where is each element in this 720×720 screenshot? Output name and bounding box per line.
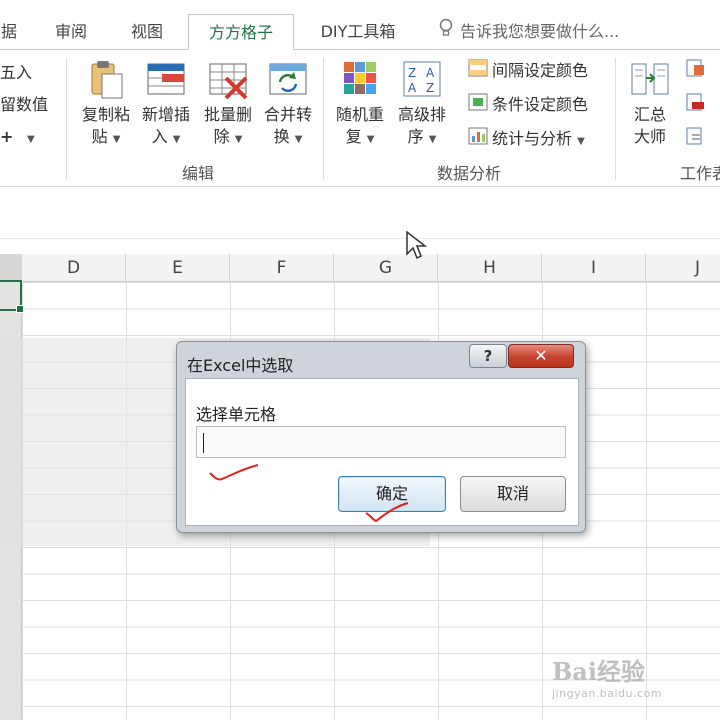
- stats-analysis-button[interactable]: 统计与分析 ▼: [468, 126, 585, 152]
- select-cell-dialog: 在Excel中选取 ? ✕ 选择单元格 确定 取消: [176, 341, 586, 533]
- dialog-title: 在Excel中选取: [187, 356, 294, 375]
- condition-color-button[interactable]: 条件设定颜色: [468, 92, 588, 118]
- edit-group-label: 编辑: [181, 164, 214, 183]
- sheet-tool-3-button[interactable]: [686, 126, 710, 152]
- cancel-button[interactable]: 取消: [460, 476, 566, 512]
- ribbon-tab-bar: 据 审阅 视图 方方格子 DIY工具箱 告诉我您想要做什么...: [0, 0, 720, 50]
- merge-convert-label-2: 换: [273, 127, 290, 146]
- interval-color-icon: [468, 59, 488, 85]
- keep-value-label: 留数值: [0, 95, 49, 114]
- add-insert-label-1: 新增插: [141, 105, 190, 124]
- tell-me-text: 告诉我您想要做什么...: [460, 22, 620, 41]
- sheet-icon: [686, 127, 706, 153]
- random-repeat-label-1: 随机重: [335, 105, 384, 124]
- dialog-body: 选择单元格 确定 取消: [185, 378, 579, 526]
- stats-analysis-label: 统计与分析: [492, 129, 573, 148]
- more-label: +: [0, 127, 14, 146]
- column-header[interactable]: E: [126, 254, 230, 282]
- add-insert-label-2: 入: [151, 127, 168, 146]
- sheet-tool-2-button[interactable]: [686, 92, 710, 118]
- group-separator: [323, 58, 324, 180]
- group-separator: [66, 58, 67, 180]
- close-icon: ✕: [534, 346, 548, 365]
- tab-view[interactable]: 视图: [120, 14, 174, 50]
- copy-paste-button[interactable]: 复制粘 贴 ▼: [76, 58, 136, 151]
- cancel-label: 取消: [496, 484, 529, 503]
- data-analysis-group-label: 数据分析: [436, 164, 501, 183]
- delete-table-icon: [206, 58, 250, 102]
- summary-icon: [628, 58, 672, 102]
- sheet-icon: [686, 59, 706, 85]
- svg-text:Z: Z: [408, 66, 416, 80]
- column-header[interactable]: J: [646, 254, 720, 282]
- summary-master-label-1: 汇总: [633, 105, 666, 124]
- formula-divider: [0, 238, 720, 239]
- column-header[interactable]: H: [438, 254, 542, 282]
- tab-data[interactable]: 据: [0, 14, 22, 50]
- stats-icon: [468, 127, 488, 153]
- advanced-sort-label-2: 序: [407, 127, 424, 146]
- merge-convert-label-1: 合并转: [263, 105, 312, 124]
- batch-delete-label-2: 除: [213, 127, 230, 146]
- random-repeat-label-2: 复: [345, 127, 362, 146]
- column-header[interactable]: I: [542, 254, 646, 282]
- ribbon: 五入 留数值 + ▼ 复制粘 贴 ▼ 新增插 入 ▼ 批量删 除 ▼ 合并转 换…: [0, 49, 720, 187]
- active-cell[interactable]: [0, 280, 24, 313]
- sheet-icon: [686, 93, 706, 119]
- red-annotation-mark: [209, 464, 259, 481]
- add-insert-button[interactable]: 新增插 入 ▼: [136, 58, 196, 151]
- batch-delete-button[interactable]: 批量删 除 ▼: [198, 58, 258, 151]
- summary-master-label-2: 大师: [633, 127, 666, 146]
- tab-review[interactable]: 审阅: [44, 14, 98, 50]
- baidu-jingyan-watermark: Bai经验 jingyan.baidu.com: [552, 652, 712, 708]
- interval-color-label: 间隔设定颜色: [492, 61, 589, 80]
- column-header[interactable]: D: [22, 254, 126, 282]
- select-cell-label: 选择单元格: [196, 405, 277, 424]
- help-button[interactable]: ?: [469, 344, 507, 368]
- tab-fangfang-gezi[interactable]: 方方格子: [188, 14, 294, 50]
- advanced-sort-button[interactable]: ZAAZ 高级排 序 ▼: [392, 58, 452, 151]
- worksheet-group-label: 工作表: [680, 164, 720, 183]
- advanced-sort-label-1: 高级排: [397, 105, 446, 124]
- batch-delete-label-1: 批量删: [203, 105, 252, 124]
- random-repeat-button[interactable]: 随机重 复 ▼: [330, 58, 390, 151]
- lightbulb-icon: [438, 15, 460, 51]
- round-label: 五入: [0, 63, 33, 82]
- merge-convert-icon: [266, 58, 310, 102]
- condition-color-icon: [468, 93, 488, 119]
- column-header[interactable]: F: [230, 254, 334, 282]
- interval-color-button[interactable]: 间隔设定颜色: [468, 58, 588, 84]
- random-grid-icon: [338, 58, 382, 102]
- column-header-c[interactable]: [0, 254, 22, 282]
- clipboard-icon: [84, 58, 128, 102]
- tell-me-search[interactable]: 告诉我您想要做什么...: [438, 14, 619, 50]
- svg-text:A: A: [408, 81, 417, 95]
- summary-master-button[interactable]: 汇总 大师: [620, 58, 680, 148]
- watermark-sub: jingyan.baidu.com: [552, 687, 663, 700]
- svg-text:Z: Z: [426, 81, 434, 95]
- condition-color-label: 条件设定颜色: [492, 95, 589, 114]
- sheet-tool-1-button[interactable]: [686, 58, 710, 84]
- round-button[interactable]: 五入: [0, 60, 32, 86]
- help-icon: ?: [483, 347, 493, 365]
- close-button[interactable]: ✕: [508, 344, 574, 368]
- copy-paste-label-1: 复制粘: [81, 105, 130, 124]
- sort-az-icon: ZAAZ: [400, 58, 444, 102]
- watermark-main: Bai经验: [552, 657, 645, 686]
- svg-text:A: A: [426, 66, 435, 80]
- formula-bar-area: [0, 188, 720, 254]
- mouse-cursor-icon: [405, 230, 428, 264]
- insert-table-icon: [144, 58, 188, 102]
- text-caret: [203, 432, 204, 453]
- red-checkmark-annotation: [365, 502, 409, 523]
- more-button[interactable]: + ▼: [0, 124, 35, 150]
- tab-diy-toolbox[interactable]: DIY工具箱: [306, 14, 410, 50]
- select-cell-input[interactable]: [196, 426, 566, 458]
- copy-paste-label-2: 贴: [91, 127, 108, 146]
- group-separator: [615, 58, 616, 180]
- merge-convert-button[interactable]: 合并转 换 ▼: [258, 58, 318, 151]
- keep-value-button[interactable]: 留数值: [0, 92, 48, 118]
